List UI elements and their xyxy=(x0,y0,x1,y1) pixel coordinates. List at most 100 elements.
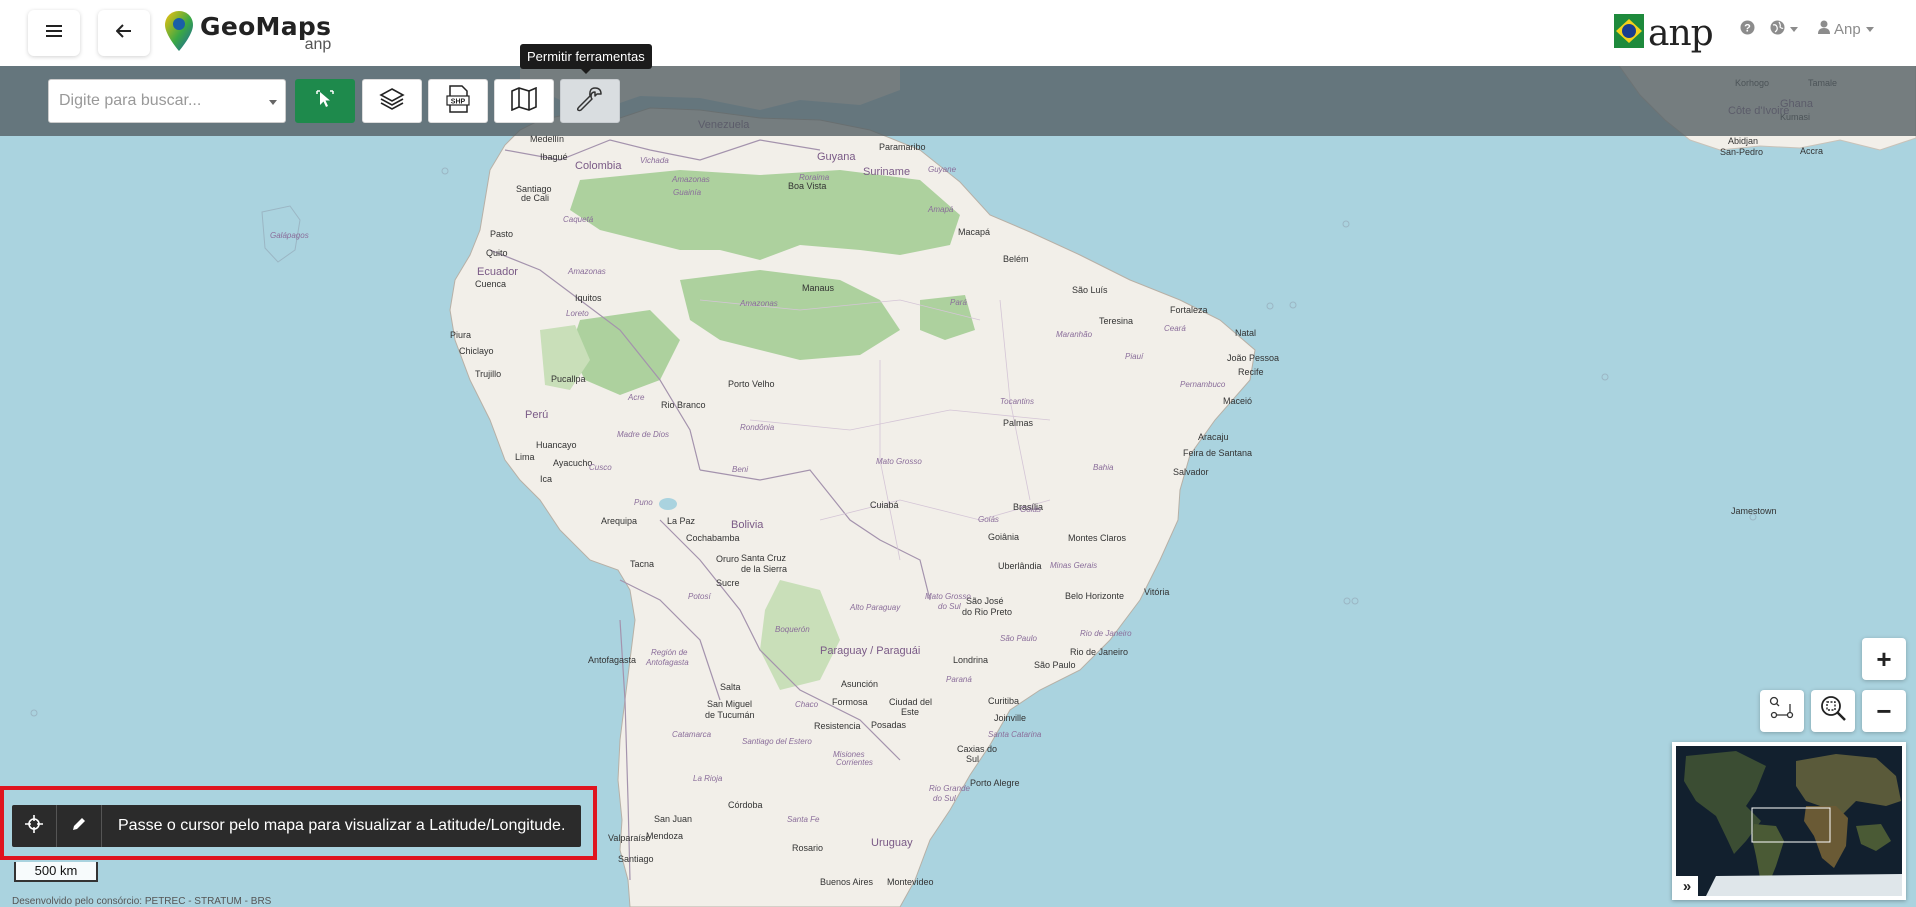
select-tool-button[interactable] xyxy=(295,79,355,123)
svg-text:Amapá: Amapá xyxy=(927,205,954,214)
svg-text:Madre de Dios: Madre de Dios xyxy=(617,430,669,439)
credits-text: Desenvolvido pelo consórcio: PETREC - ST… xyxy=(12,896,272,907)
svg-text:Catamarca: Catamarca xyxy=(672,730,712,739)
svg-text:Cuiabá: Cuiabá xyxy=(870,500,899,510)
crosshair-button[interactable] xyxy=(12,805,57,847)
svg-text:do Sul: do Sul xyxy=(933,794,956,803)
zoom-extent-icon xyxy=(1819,694,1847,729)
svg-text:Vitória: Vitória xyxy=(1144,587,1169,597)
basemap-button[interactable] xyxy=(494,79,554,123)
svg-text:Oruro: Oruro xyxy=(716,554,739,564)
svg-text:Cochabamba: Cochabamba xyxy=(686,533,740,543)
layers-button[interactable] xyxy=(362,79,422,123)
svg-text:Ibagué: Ibagué xyxy=(540,152,568,162)
svg-text:Posadas: Posadas xyxy=(871,720,907,730)
svg-text:Rio Branco: Rio Branco xyxy=(661,400,706,410)
svg-text:Santa Catarina: Santa Catarina xyxy=(988,730,1042,739)
svg-text:Sul: Sul xyxy=(966,754,979,764)
svg-text:Resistencia: Resistencia xyxy=(814,721,861,731)
language-dropdown[interactable] xyxy=(1770,20,1798,39)
svg-text:Caquetá: Caquetá xyxy=(563,215,594,224)
measure-button[interactable] xyxy=(1760,690,1804,732)
svg-text:Goiás: Goiás xyxy=(1020,505,1041,514)
svg-text:Goiás: Goiás xyxy=(978,515,999,524)
anp-brand-logo: anp xyxy=(1614,14,1714,53)
svg-text:Loreto: Loreto xyxy=(566,309,589,318)
user-icon xyxy=(1818,20,1830,38)
svg-text:Santiago del Estero: Santiago del Estero xyxy=(742,737,812,746)
svg-text:Cusco: Cusco xyxy=(589,463,612,472)
svg-text:Salta: Salta xyxy=(720,682,741,692)
measure-area-icon xyxy=(1769,696,1795,727)
shp-file-icon: SHP xyxy=(445,84,471,118)
svg-text:de Tucumán: de Tucumán xyxy=(705,710,755,720)
edit-coordinates-button[interactable] xyxy=(57,805,102,847)
svg-text:Arequipa: Arequipa xyxy=(601,516,637,526)
svg-text:do Rio Preto: do Rio Preto xyxy=(962,607,1012,617)
svg-text:Chiclayo: Chiclayo xyxy=(459,346,494,356)
svg-text:La Paz: La Paz xyxy=(667,516,696,526)
search-input[interactable] xyxy=(49,80,269,122)
svg-text:Jamestown: Jamestown xyxy=(1731,506,1777,516)
svg-text:Buenos Aires: Buenos Aires xyxy=(820,877,874,887)
svg-text:Piura: Piura xyxy=(450,330,471,340)
svg-text:Valparaíso: Valparaíso xyxy=(608,833,650,843)
overview-minimap[interactable]: » xyxy=(1672,742,1906,900)
svg-text:Ayacucho: Ayacucho xyxy=(553,458,592,468)
svg-text:de Cali: de Cali xyxy=(521,193,549,203)
svg-text:Chaco: Chaco xyxy=(795,700,819,709)
back-button[interactable] xyxy=(98,10,150,56)
svg-text:Goiânia: Goiânia xyxy=(988,532,1019,542)
svg-text:Salvador: Salvador xyxy=(1173,467,1209,477)
svg-text:Quito: Quito xyxy=(486,248,508,258)
svg-text:Paramaribo: Paramaribo xyxy=(879,142,926,152)
svg-text:Macapá: Macapá xyxy=(958,227,990,237)
wrench-icon xyxy=(576,86,603,117)
svg-text:Palmas: Palmas xyxy=(1003,418,1034,428)
app-header: GeoMaps anp anp ? Anp xyxy=(0,0,1916,66)
svg-text:San-Pedro: San-Pedro xyxy=(1720,147,1763,157)
svg-text:Mato Grosso: Mato Grosso xyxy=(876,457,922,466)
zoom-in-button[interactable]: + xyxy=(1862,638,1906,680)
svg-text:Vichada: Vichada xyxy=(640,156,669,165)
svg-text:Huancayo: Huancayo xyxy=(536,440,577,450)
svg-text:Corrientes: Corrientes xyxy=(836,758,873,767)
svg-text:?: ? xyxy=(1744,23,1751,35)
zoom-out-button[interactable]: − xyxy=(1862,690,1906,732)
svg-text:Tacna: Tacna xyxy=(630,559,654,569)
svg-text:Londrina: Londrina xyxy=(953,655,988,665)
svg-text:Pará: Pará xyxy=(950,298,967,307)
map-icon xyxy=(510,86,538,116)
layers-icon xyxy=(379,87,405,116)
svg-text:Santiago: Santiago xyxy=(618,854,654,864)
svg-text:La Rioja: La Rioja xyxy=(693,774,723,783)
svg-text:Abidjan: Abidjan xyxy=(1728,136,1758,146)
search-box[interactable] xyxy=(48,79,286,123)
svg-text:Ciudad del: Ciudad del xyxy=(889,697,932,707)
map-canvas[interactable]: Colombia Venezuela Guyana Suriname Ecuad… xyxy=(0,0,1916,907)
help-button[interactable]: ? xyxy=(1740,20,1755,39)
svg-text:Fortaleza: Fortaleza xyxy=(1170,305,1208,315)
globe-icon xyxy=(1770,20,1785,39)
svg-text:Pucallpa: Pucallpa xyxy=(551,374,586,384)
svg-text:Guainía: Guainía xyxy=(673,188,702,197)
svg-text:Mendoza: Mendoza xyxy=(646,831,683,841)
svg-text:Roraima: Roraima xyxy=(799,173,830,182)
zoom-extent-button[interactable] xyxy=(1811,690,1855,732)
svg-text:Beni: Beni xyxy=(732,465,748,474)
svg-text:Amazonas: Amazonas xyxy=(739,299,778,308)
user-menu[interactable]: Anp xyxy=(1818,20,1874,38)
tools-button[interactable] xyxy=(560,79,620,123)
svg-text:Montes Claros: Montes Claros xyxy=(1068,533,1127,543)
menu-button[interactable] xyxy=(28,10,80,56)
chevron-down-icon[interactable] xyxy=(269,100,277,105)
svg-text:Boquerón: Boquerón xyxy=(775,625,810,634)
svg-text:Región de: Región de xyxy=(651,648,688,657)
geomaps-logo[interactable]: GeoMaps anp xyxy=(164,10,331,56)
svg-text:Feira de Santana: Feira de Santana xyxy=(1183,448,1252,458)
shp-upload-button[interactable]: SHP xyxy=(428,79,488,123)
svg-text:Ica: Ica xyxy=(540,474,552,484)
minimap-toggle-button[interactable]: » xyxy=(1676,876,1698,896)
svg-text:Belo Horizonte: Belo Horizonte xyxy=(1065,591,1124,601)
svg-text:Guyana: Guyana xyxy=(817,151,856,163)
